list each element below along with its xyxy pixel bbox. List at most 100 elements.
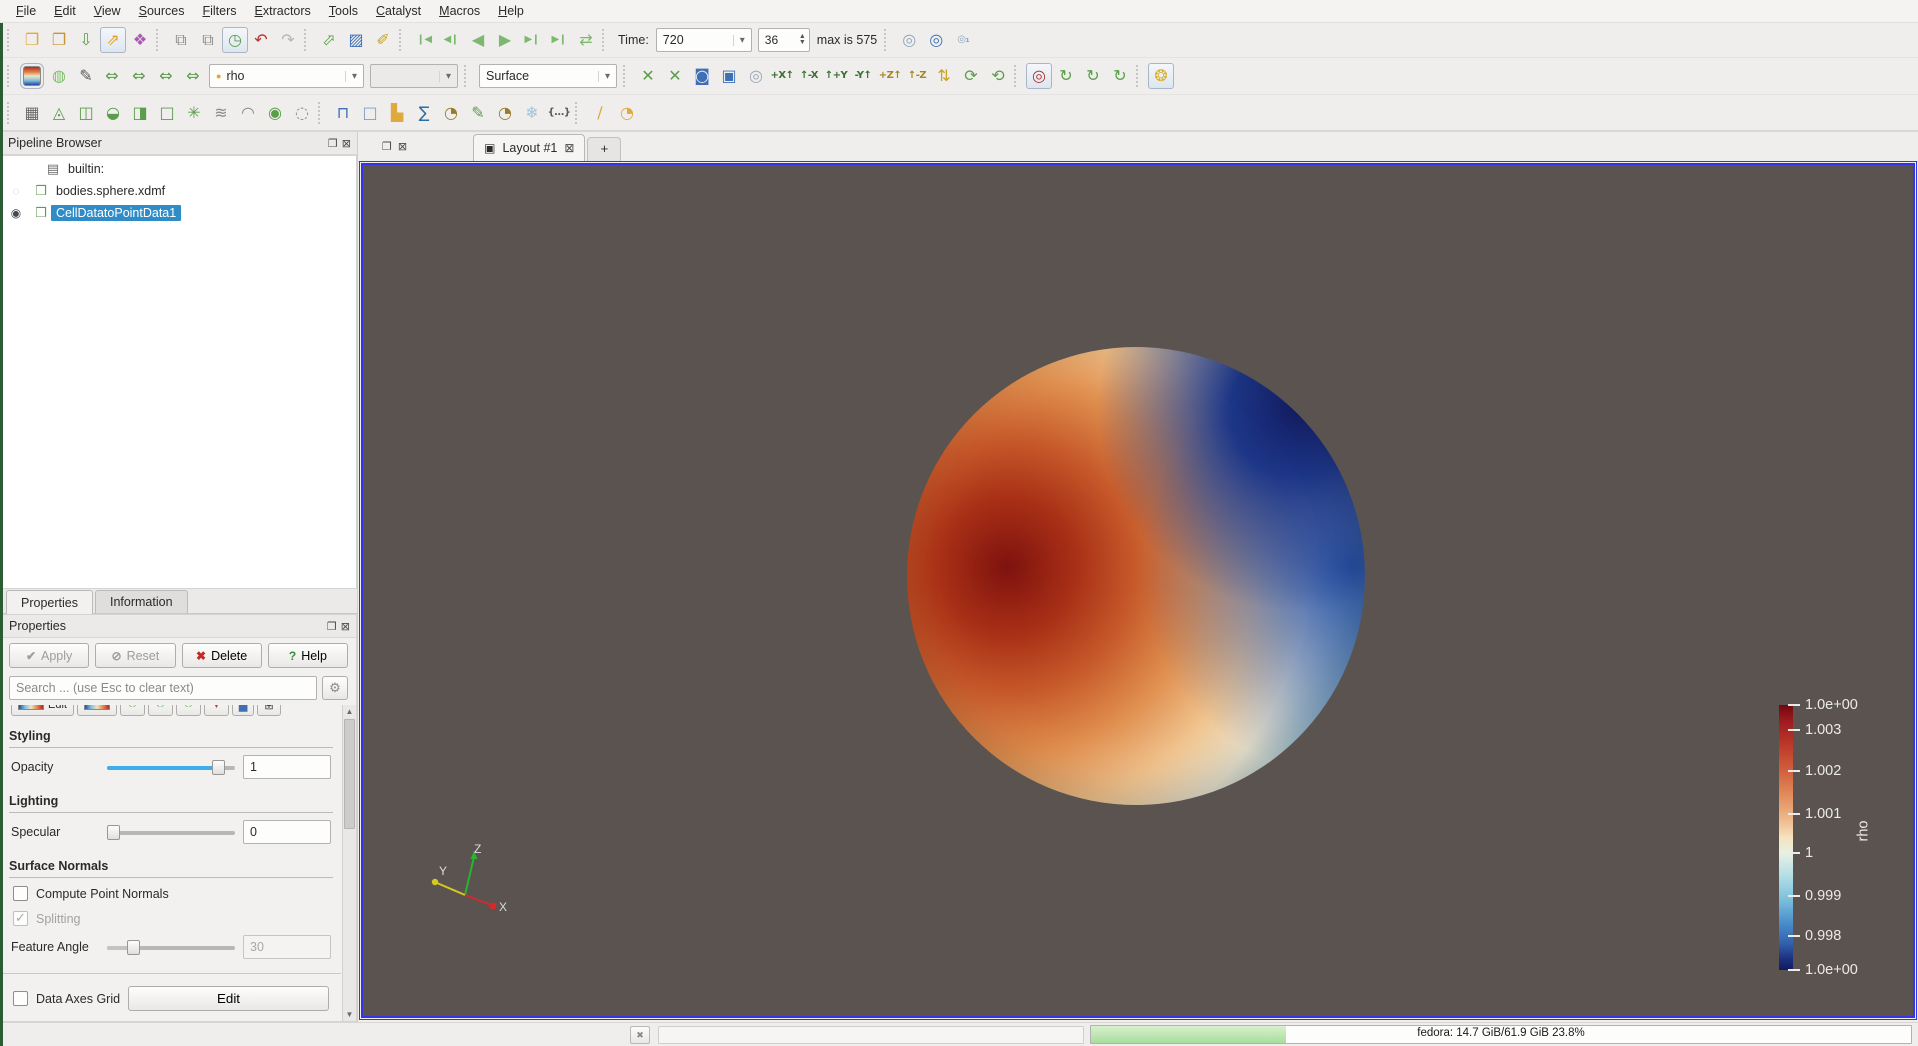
- set-view-plus-x-icon[interactable]: +X↑: [769, 63, 795, 89]
- layout-tab[interactable]: ▣ Layout #1 ⊠: [473, 134, 585, 161]
- component-combo[interactable]: ▾: [370, 64, 458, 88]
- chevron-down-icon[interactable]: ▾: [598, 71, 616, 82]
- time-combo[interactable]: 720 ▾: [656, 28, 752, 52]
- opacity-slider[interactable]: [107, 758, 235, 776]
- contour-filter-icon[interactable]: ◬: [46, 100, 72, 126]
- stream-tracer-filter-icon[interactable]: ≋: [208, 100, 234, 126]
- clip-filter-icon[interactable]: ◫: [73, 100, 99, 126]
- reset-view-direction-icon[interactable]: ⇅: [931, 63, 957, 89]
- menu-catalyst[interactable]: Catalyst: [368, 2, 429, 20]
- search-input[interactable]: [9, 676, 317, 700]
- close-panel-icon[interactable]: ⊠: [342, 137, 351, 150]
- integrate-variables-icon[interactable]: ∑: [411, 100, 437, 126]
- group-datasets-filter-icon[interactable]: ◉: [262, 100, 288, 126]
- toolbar-grip[interactable]: [7, 65, 14, 87]
- next-frame-icon[interactable]: ▶❙: [519, 27, 545, 53]
- compute-point-normals-checkbox[interactable]: [13, 886, 28, 901]
- pipeline-item-celldata-to-pointdata[interactable]: ◉ ❒ CellDatatoPointData1: [1, 202, 356, 224]
- pick-rotation-center-icon[interactable]: ↻: [1053, 63, 1079, 89]
- extract-subset-filter-icon[interactable]: □: [154, 100, 180, 126]
- show-orientation-axes-icon[interactable]: ↻: [1107, 63, 1133, 89]
- representation-combo[interactable]: Surface ▾: [479, 64, 617, 88]
- auto-apply-icon[interactable]: ⇗: [100, 27, 126, 53]
- rescale-custom-mini-icon[interactable]: ⇔: [148, 705, 173, 716]
- tab-properties[interactable]: Properties: [6, 590, 93, 614]
- protractor-icon[interactable]: ◔: [614, 100, 640, 126]
- toolbar-grip[interactable]: [7, 102, 14, 124]
- toolbar-grip[interactable]: [602, 29, 609, 51]
- reset-camera-icon[interactable]: ✕: [635, 63, 661, 89]
- extract-selection-icon[interactable]: □: [357, 100, 383, 126]
- menu-extractors[interactable]: Extractors: [247, 2, 319, 20]
- plot-over-line-icon[interactable]: ⊓: [330, 100, 356, 126]
- menu-tools[interactable]: Tools: [321, 2, 366, 20]
- connect-server-icon[interactable]: ⧉: [168, 27, 194, 53]
- extract-block-filter-icon[interactable]: ◌: [289, 100, 315, 126]
- adjust-colormap-icon[interactable]: ▨: [343, 27, 369, 53]
- redo-icon[interactable]: ↷: [275, 27, 301, 53]
- specular-input[interactable]: 0: [243, 820, 331, 844]
- warp-by-vector-filter-icon[interactable]: ◠: [235, 100, 261, 126]
- histogram-icon[interactable]: ▙: [384, 100, 410, 126]
- set-view-minus-y-icon[interactable]: -Y↑: [850, 63, 876, 89]
- close-layout-icon[interactable]: ⊠: [398, 140, 407, 153]
- toolbar-grip[interactable]: [304, 29, 311, 51]
- plot-data-over-time-icon[interactable]: ✎: [465, 100, 491, 126]
- opacity-input[interactable]: 1: [243, 755, 331, 779]
- menu-sources[interactable]: Sources: [131, 2, 193, 20]
- reset-button[interactable]: ⊘ Reset: [95, 643, 175, 668]
- set-view-minus-z-icon[interactable]: ↑-Z: [904, 63, 930, 89]
- float-layout-icon[interactable]: ❐: [382, 140, 392, 153]
- menu-view[interactable]: View: [86, 2, 129, 20]
- export-scene-icon[interactable]: ⬀: [316, 27, 342, 53]
- tab-information[interactable]: Information: [95, 590, 188, 613]
- ruler-icon[interactable]: ∕: [587, 100, 613, 126]
- choose-preset-icon[interactable]: ✎: [73, 63, 99, 89]
- zoom-to-box-icon[interactable]: ◙: [689, 63, 715, 89]
- menu-filters[interactable]: Filters: [194, 2, 244, 20]
- specular-slider[interactable]: [107, 823, 235, 841]
- edit-color-map-icon[interactable]: [23, 66, 41, 86]
- toolbar-grip[interactable]: [1136, 65, 1143, 87]
- add-layout-tab[interactable]: +: [587, 137, 621, 161]
- properties-scrollbar[interactable]: ▲ ▼: [342, 705, 356, 1021]
- previous-frame-icon[interactable]: ◀❙: [438, 27, 464, 53]
- save-data-icon[interactable]: ⇩: [73, 27, 99, 53]
- close-tab-icon[interactable]: ⊠: [564, 141, 574, 155]
- colormap-preset-icon[interactable]: ▆: [232, 705, 254, 716]
- reset-camera-closest-icon[interactable]: ✕: [662, 63, 688, 89]
- chevron-down-icon[interactable]: ▾: [345, 71, 363, 82]
- chevron-down-icon[interactable]: ▾: [733, 35, 751, 46]
- specular-slider-handle[interactable]: [107, 825, 120, 840]
- glyph-filter-icon[interactable]: ✳: [181, 100, 207, 126]
- render-viewport[interactable]: Z Y X 1.0e+00 1.003: [361, 163, 1915, 1018]
- toolbar-grip[interactable]: [7, 29, 14, 51]
- splitting-checkbox[interactable]: [13, 911, 28, 926]
- colormap-chip-button[interactable]: [77, 705, 117, 716]
- pipeline-item-builtin[interactable]: ▤ builtin:: [13, 158, 356, 180]
- help-button[interactable]: ? Help: [268, 643, 348, 668]
- reset-rotation-center-icon[interactable]: ↻: [1080, 63, 1106, 89]
- zoom-closest-icon[interactable]: ◎: [743, 63, 769, 89]
- plot-selection-over-time-icon[interactable]: ◔: [438, 100, 464, 126]
- light-kit-icon[interactable]: ❂: [1148, 63, 1174, 89]
- color-legend[interactable]: 1.0e+00 1.003 1.002 1.001 1: [1779, 705, 1897, 970]
- opacity-slider-handle[interactable]: [212, 760, 225, 775]
- undo-icon[interactable]: ↶: [248, 27, 274, 53]
- show-center-axes-icon[interactable]: ◎: [1026, 63, 1052, 89]
- toolbar-grip[interactable]: [575, 102, 582, 124]
- invert-colormap-icon[interactable]: ▼: [204, 705, 229, 716]
- loop-icon[interactable]: ⇄: [573, 27, 599, 53]
- zoom-camera-icon[interactable]: ◎: [896, 27, 922, 53]
- slice-along-polyline-icon[interactable]: ❄: [519, 100, 545, 126]
- play-icon[interactable]: ▶: [492, 27, 518, 53]
- edit-colormap-button[interactable]: Edit: [11, 705, 74, 716]
- apply-button[interactable]: ✔ Apply: [9, 643, 89, 668]
- feature-angle-slider-handle[interactable]: [127, 940, 140, 955]
- disconnect-server-icon[interactable]: ⧉: [195, 27, 221, 53]
- delete-button[interactable]: ✖ Delete: [182, 643, 262, 668]
- camera-link-1-icon[interactable]: ◎₁: [950, 27, 976, 53]
- data-axes-grid-checkbox[interactable]: [13, 991, 28, 1006]
- scroll-up-icon[interactable]: ▲: [343, 705, 356, 718]
- threshold-filter-icon[interactable]: ◨: [127, 100, 153, 126]
